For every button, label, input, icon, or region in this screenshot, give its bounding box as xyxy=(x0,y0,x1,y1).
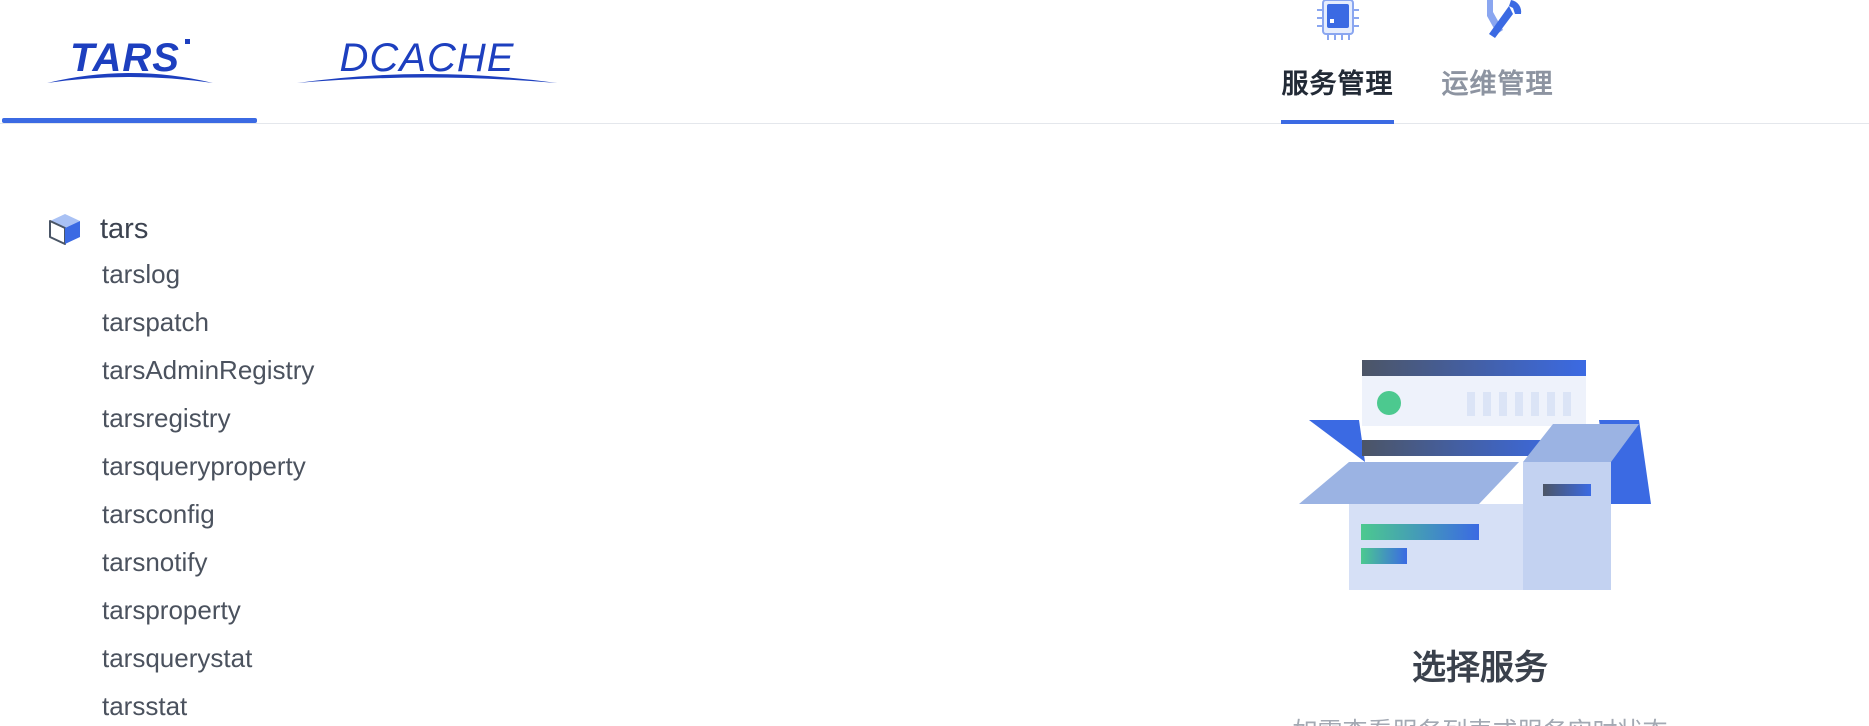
empty-box-illustration xyxy=(1299,360,1651,590)
tree-item[interactable]: tarslog xyxy=(102,250,314,298)
service-tree: tars tarslog tarspatch tarsAdminRegistry… xyxy=(48,208,314,726)
tree-item[interactable]: tarsregistry xyxy=(102,394,314,442)
tree-children: tarslog tarspatch tarsAdminRegistry tars… xyxy=(102,250,314,726)
tab-ops-label: 运维管理 xyxy=(1441,69,1554,100)
brand-tab-dcache[interactable]: DCACHE xyxy=(282,0,572,122)
tree-item[interactable]: tarsconfig xyxy=(102,490,314,538)
chip-icon xyxy=(1316,0,1359,40)
tab-service-management[interactable]: 服务管理 xyxy=(1281,0,1394,124)
tree-item[interactable]: tarsproperty xyxy=(102,586,314,634)
empty-state-description: 如需查看服务列表或服务实时状态 xyxy=(1260,712,1700,726)
tab-service-label: 服务管理 xyxy=(1281,69,1394,100)
tab-ops-management[interactable]: 运维管理 xyxy=(1440,0,1555,123)
top-header: TARS DCACHE 服务管理 运维管理 xyxy=(0,0,1869,124)
brand-tab-tars[interactable]: TARS xyxy=(2,0,257,123)
app-page: TARS DCACHE 服务管理 运维管理 tars tarslog tarsp… xyxy=(0,0,1869,726)
dcache-logo: DCACHE xyxy=(297,37,557,83)
svg-text:DCACHE: DCACHE xyxy=(340,37,515,80)
tree-item[interactable]: tarsstat xyxy=(102,682,314,726)
wrench-icon xyxy=(1486,0,1521,38)
tree-item[interactable]: tarsnotify xyxy=(102,538,314,586)
tree-item[interactable]: tarsqueryproperty xyxy=(102,442,314,490)
empty-state-title: 选择服务 xyxy=(1412,648,1548,688)
tree-item[interactable]: tarsAdminRegistry xyxy=(102,346,314,394)
tree-node-root[interactable]: tars xyxy=(48,208,314,250)
tree-item[interactable]: tarsquerystat xyxy=(102,634,314,682)
cube-icon xyxy=(49,214,80,245)
tree-item[interactable]: tarspatch xyxy=(102,298,314,346)
tree-root-label: tars xyxy=(100,212,149,245)
tars-logo: TARS xyxy=(46,37,213,83)
